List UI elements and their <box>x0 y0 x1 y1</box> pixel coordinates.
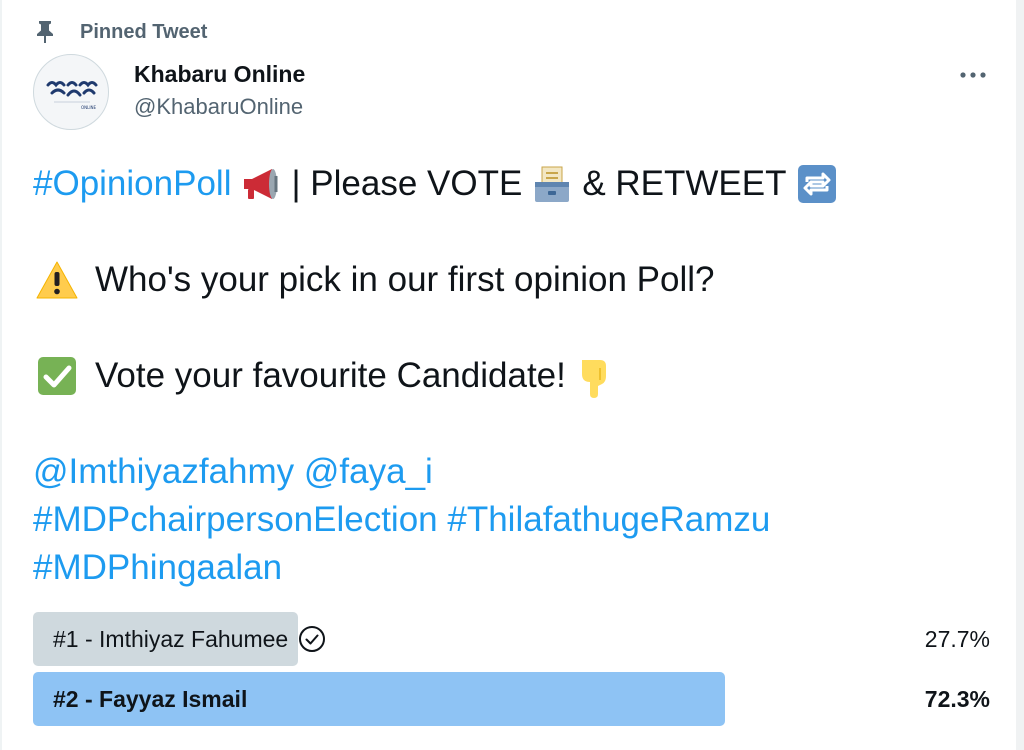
poll-option-text: #1 - Imthiyaz Fahumee <box>53 625 289 652</box>
avatar[interactable]: ONLINE <box>33 54 109 130</box>
hashtag-thilafathugeramzu[interactable]: #ThilafathugeRamzu <box>447 496 770 544</box>
poll-option-percent: 72.3% <box>924 685 990 712</box>
tweet-line-4: @Imthiyazfahmy @faya_i <box>33 448 963 496</box>
warning-icon <box>33 258 81 302</box>
hashtag-mdpchairpersonelection[interactable]: #MDPchairpersonElection <box>33 496 438 544</box>
tweet-spacer <box>33 304 963 352</box>
pin-icon <box>34 19 56 45</box>
megaphone-icon <box>237 162 285 206</box>
poll-option-label: #2 - Fayyaz Ismail <box>53 672 247 726</box>
tweet-spacer <box>33 400 963 448</box>
tweet-line-1: #OpinionPoll | Please VOTE & RETWEET <box>33 160 963 208</box>
tweet-line-1-text-b: & RETWEET <box>582 164 787 203</box>
tweet-line-3: Vote your favourite Candidate! <box>33 352 963 400</box>
tweet-line-2-text: Who's your pick in our first opinion Pol… <box>95 260 715 299</box>
frame-left-border <box>0 0 2 750</box>
poll-option-2: #2 - Fayyaz Ismail 72.3% <box>33 672 990 726</box>
poll-option-label: #1 - Imthiyaz Fahumee <box>53 612 326 666</box>
hashtag-mdphingaalan[interactable]: #MDPhingaalan <box>33 544 282 592</box>
tweet-line-5: #MDPchairpersonElection #ThilafathugeRam… <box>33 496 963 544</box>
ballot-box-icon <box>528 162 576 206</box>
handle[interactable]: @KhabaruOnline <box>134 93 305 121</box>
voted-check-icon <box>298 625 326 653</box>
author-block: Khabaru Online @KhabaruOnline <box>134 60 305 121</box>
check-mark-icon <box>33 354 81 398</box>
repeat-icon <box>793 162 841 206</box>
mention-faya-i[interactable]: @faya_i <box>304 448 433 496</box>
mention-imthiyazfahmy[interactable]: @Imthiyazfahmy <box>33 448 294 496</box>
tweet-line-3-text: Vote your favourite Candidate! <box>95 356 566 395</box>
pinned-label: Pinned Tweet <box>80 20 208 43</box>
tweet-line-2: Who's your pick in our first opinion Pol… <box>33 256 963 304</box>
display-name[interactable]: Khabaru Online <box>134 60 305 88</box>
tweet-line-6: #MDPhingaalan <box>33 544 963 592</box>
frame-right-border <box>1016 0 1024 750</box>
poll-option-1: #1 - Imthiyaz Fahumee 27.7% <box>33 612 990 666</box>
tweet-line-1-text-a: | Please VOTE <box>291 164 523 203</box>
tweet-spacer <box>33 208 963 256</box>
poll-option-text: #2 - Fayyaz Ismail <box>53 685 248 712</box>
more-icon <box>960 72 986 78</box>
pinned-indicator: Pinned Tweet <box>34 18 207 46</box>
more-options-button[interactable] <box>956 58 990 92</box>
pointing-down-icon <box>572 354 620 398</box>
avatar-text: ONLINE <box>81 105 97 110</box>
hashtag-opinionpoll[interactable]: #OpinionPoll <box>33 160 231 208</box>
tweet-text: #OpinionPoll | Please VOTE & RETWEET Who… <box>33 160 963 592</box>
poll-option-percent: 27.7% <box>924 625 990 652</box>
